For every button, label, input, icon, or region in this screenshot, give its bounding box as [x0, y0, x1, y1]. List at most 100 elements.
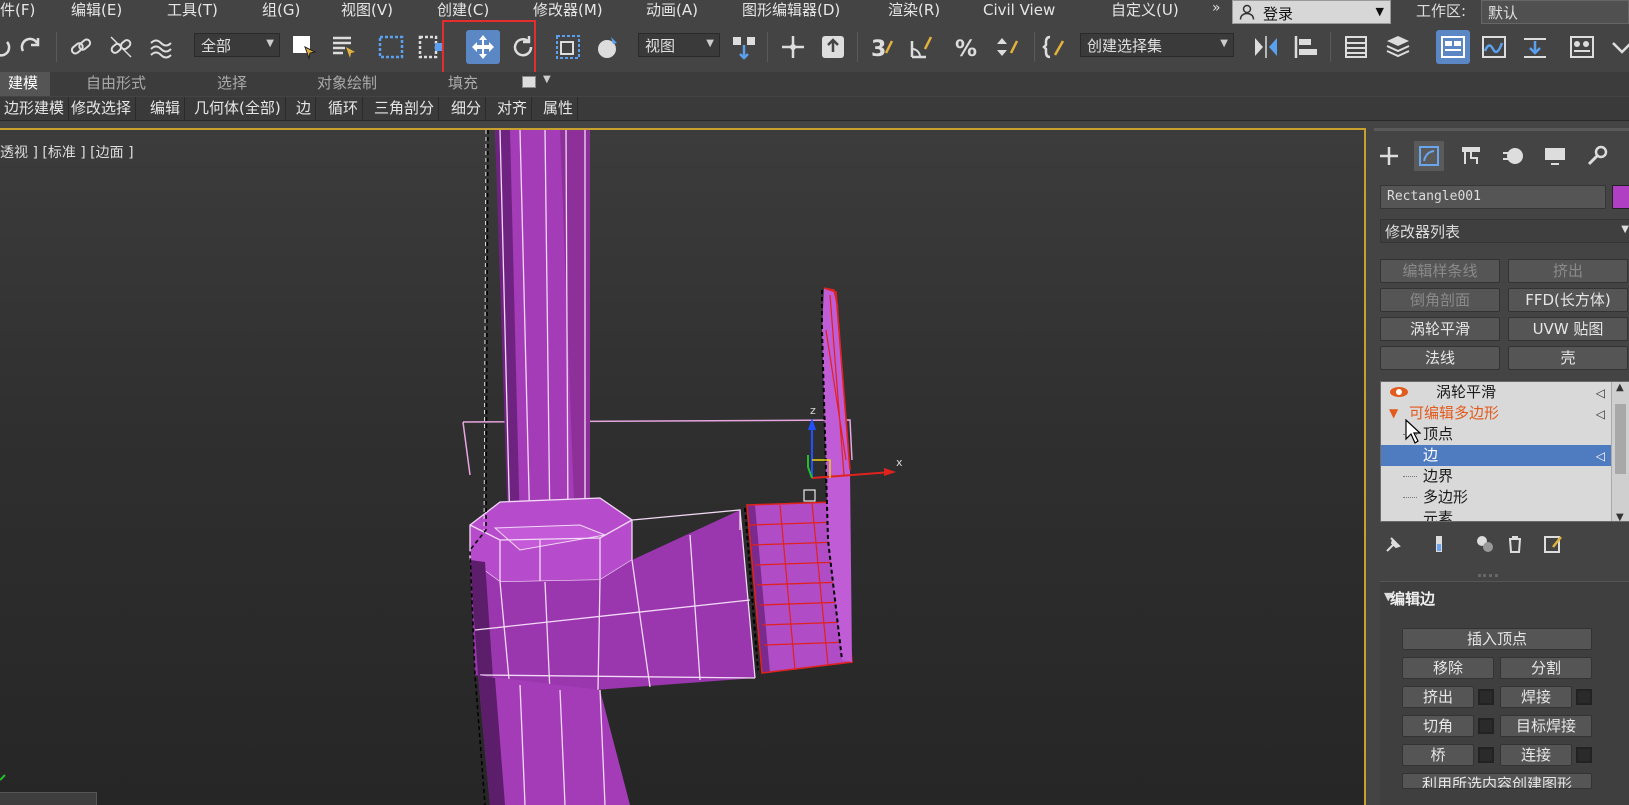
select-scale-button[interactable] [551, 30, 585, 64]
utilities-tab[interactable] [1582, 141, 1612, 171]
chevron-down-icon[interactable]: ▼ [1616, 512, 1624, 521]
percent-snap-button[interactable]: % [950, 30, 984, 64]
menu-graph-editors[interactable]: 图形编辑器(D) [742, 0, 840, 22]
stack-subobject-polygon[interactable]: 多边形 [1381, 487, 1611, 508]
reference-coordinate-dropdown[interactable]: 视图 ▼ [638, 33, 720, 57]
menu-animation[interactable]: 动画(A) [646, 0, 698, 22]
extrude-settings-button[interactable] [1478, 689, 1494, 705]
stack-subobject-edge[interactable]: 边 ◁ [1381, 445, 1611, 466]
bind-space-warp-button[interactable] [145, 30, 179, 64]
menu-rendering[interactable]: 渲染(R) [888, 0, 940, 22]
menu-group[interactable]: 组(G) [262, 0, 300, 22]
select-object-button[interactable] [287, 30, 321, 64]
workspace-dropdown[interactable]: 默认 [1481, 0, 1629, 24]
angle-snap-button[interactable] [905, 30, 939, 64]
stack-scroll-thumb[interactable] [1615, 404, 1626, 474]
stack-subobject-element[interactable]: 元素 [1381, 508, 1611, 521]
extrude-button[interactable]: 挤出 [1402, 686, 1474, 708]
ribbon-tab-freeform[interactable]: 自由形式 [86, 72, 146, 96]
modify-tab[interactable] [1414, 141, 1444, 171]
ribbon-btn-properties[interactable]: 属性 [539, 97, 579, 121]
perspective-viewport[interactable]: z x 透视 ] [标准 ] [边面 ] [0, 128, 1366, 805]
login-dropdown[interactable]: 登录 ▼ [1232, 0, 1391, 24]
ribbon-btn-geometry-all[interactable]: 几何体(全部) [190, 97, 286, 121]
ribbon-btn-subdivision[interactable]: 细分 [447, 97, 487, 121]
mod-btn-uvw-map[interactable]: UVW 贴图 [1508, 317, 1628, 341]
ribbon-btn-edit[interactable]: 编辑 [146, 97, 186, 121]
ribbon-btn-modify-selection[interactable]: 修改选择 [67, 97, 137, 121]
mod-btn-shell[interactable]: 壳 [1508, 346, 1628, 370]
connect-button[interactable]: 连接 [1500, 744, 1572, 766]
mod-btn-ffd-box[interactable]: FFD(长方体) [1508, 288, 1628, 312]
eye-icon[interactable] [1389, 385, 1409, 399]
edit-named-selection-button[interactable] [1038, 30, 1072, 64]
menu-views[interactable]: 视图(V) [341, 0, 393, 22]
menu-tools[interactable]: 工具(T) [167, 0, 218, 22]
pivot-center-button[interactable] [727, 30, 761, 64]
bridge-button[interactable]: 桥 [1402, 744, 1474, 766]
ribbon-btn-align[interactable]: 对齐 [493, 97, 533, 121]
select-place-button[interactable] [591, 30, 625, 64]
chamfer-button[interactable]: 切角 [1402, 715, 1474, 737]
pin-stack-button[interactable] [1380, 531, 1406, 557]
ribbon-tab-object-paint[interactable]: 对象绘制 [317, 72, 377, 96]
link-button[interactable] [64, 30, 98, 64]
hierarchy-tab[interactable] [1456, 141, 1486, 171]
object-color-swatch[interactable] [1612, 185, 1629, 209]
split-button[interactable]: 分割 [1500, 657, 1592, 679]
bridge-settings-button[interactable] [1478, 747, 1494, 763]
mod-btn-normal[interactable]: 法线 [1380, 346, 1500, 370]
stack-item-turbosmooth[interactable]: 涡轮平滑 ◁ [1381, 382, 1611, 403]
select-manipulate-button[interactable] [776, 30, 810, 64]
stack-subobject-border[interactable]: 边界 [1381, 466, 1611, 487]
chamfer-settings-button[interactable] [1478, 718, 1494, 734]
viewport-navigator-corner[interactable] [0, 792, 97, 805]
modifier-list-dropdown[interactable]: 修改器列表 ▼ [1380, 219, 1629, 243]
make-unique-button[interactable] [1472, 531, 1498, 557]
move-gizmo[interactable]: z x [803, 404, 903, 502]
ribbon-btn-loops[interactable]: 循环 [324, 97, 364, 121]
remove-modifier-button[interactable] [1502, 531, 1528, 557]
motion-tab[interactable] [1498, 141, 1528, 171]
unlink-button[interactable] [104, 30, 138, 64]
keyboard-shortcut-toggle-button[interactable] [816, 30, 850, 64]
ribbon-btn-poly-modeling[interactable]: 边形建模 [0, 97, 70, 121]
display-tab[interactable] [1540, 141, 1570, 171]
ribbon-btn-tris[interactable]: 三角剖分 [370, 97, 440, 121]
snaps-toggle-button[interactable]: 3 [865, 30, 899, 64]
connect-settings-button[interactable] [1576, 747, 1592, 763]
rollout-grip[interactable] [1478, 574, 1498, 577]
layer-explorer-button[interactable] [1381, 30, 1415, 64]
viewport-scene[interactable]: z x [0, 130, 1364, 805]
menu-edit[interactable]: 编辑(E) [71, 0, 122, 22]
menu-modifiers[interactable]: 修改器(M) [533, 0, 603, 22]
collapse-triangle-icon[interactable]: ▼ [1389, 403, 1398, 423]
mod-btn-extrude[interactable]: 挤出 [1508, 259, 1628, 283]
target-weld-button[interactable]: 目标焊接 [1500, 715, 1592, 737]
redo-button[interactable] [14, 30, 48, 64]
ribbon-btn-edges[interactable]: 边 [292, 97, 317, 121]
material-editor-button[interactable] [1565, 30, 1599, 64]
configure-modifier-sets-button[interactable] [1540, 531, 1566, 557]
schematic-view-button[interactable] [1518, 30, 1552, 64]
scene-explorer-button[interactable] [1339, 30, 1373, 64]
menu-customize[interactable]: 自定义(U) [1111, 0, 1179, 22]
menu-overflow-icon[interactable]: » [1212, 0, 1221, 16]
rectangle-selection-button[interactable] [374, 30, 408, 64]
menu-create[interactable]: 创建(C) [437, 0, 489, 22]
object-name-field[interactable]: Rectangle001 [1380, 185, 1606, 209]
named-selection-set-dropdown[interactable]: 创建选择集 ▼ [1080, 33, 1234, 57]
mod-btn-bevel-profile[interactable]: 倒角剖面 [1380, 288, 1500, 312]
curve-editor-button[interactable] [1477, 30, 1511, 64]
mirror-button[interactable] [1249, 30, 1283, 64]
insert-vertex-button[interactable]: 插入顶点 [1402, 628, 1592, 650]
ribbon-tab-modeling[interactable]: 建模 [0, 72, 50, 96]
ribbon-options-icon[interactable] [522, 76, 536, 88]
create-tab[interactable] [1374, 141, 1404, 171]
remove-button[interactable]: 移除 [1402, 657, 1494, 679]
select-by-name-button[interactable] [327, 30, 361, 64]
show-end-result-button[interactable] [1426, 531, 1452, 557]
toolbar-overflow-button[interactable] [1605, 30, 1629, 64]
menu-civil-view[interactable]: Civil View [983, 0, 1055, 22]
spinner-snap-button[interactable] [990, 30, 1024, 64]
